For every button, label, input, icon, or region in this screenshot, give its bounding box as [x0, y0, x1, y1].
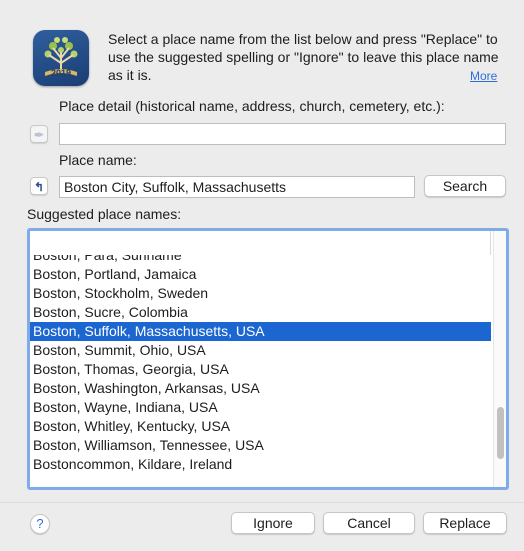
place-name-format-button[interactable]: ↰ — [30, 177, 48, 195]
list-filter-row — [30, 231, 491, 255]
scrollbar-thumb[interactable] — [497, 407, 504, 459]
list-item[interactable]: Boston, Stockholm, Sweden — [30, 284, 491, 303]
list-item[interactable]: Boston, Whitley, Kentucky, USA — [30, 417, 491, 436]
place-name-label: Place name: — [59, 152, 137, 168]
list-item[interactable]: Boston, Suffolk, Massachusetts, USA — [30, 322, 491, 341]
replace-button[interactable]: Replace — [423, 512, 507, 534]
more-link[interactable]: More — [470, 69, 497, 83]
help-button[interactable]: ? — [30, 514, 50, 534]
list-item[interactable]: Boston, Para, Suriname — [30, 255, 491, 265]
list-item[interactable]: Boston, Sucre, Colombia — [30, 303, 491, 322]
app-logo-year: 2019 — [50, 68, 72, 78]
suggestions-list[interactable]: Boston, Para, Suriname Boston, Portland, … — [27, 228, 509, 490]
list-viewport: Boston, Para, Suriname Boston, Portland, … — [30, 255, 491, 487]
list-item[interactable]: Boston, Washington, Arkansas, USA — [30, 379, 491, 398]
list-item[interactable]: Boston, Thomas, Georgia, USA — [30, 360, 491, 379]
list-item[interactable]: Boston, Wayne, Indiana, USA — [30, 398, 491, 417]
app-logo-icon: 2019 — [33, 30, 89, 86]
place-detail-input[interactable] — [59, 123, 506, 145]
wand-icon: ✒ — [33, 128, 45, 142]
search-button[interactable]: Search — [424, 175, 506, 197]
cancel-button[interactable]: Cancel — [323, 512, 415, 534]
place-detail-label: Place detail (historical name, address, … — [59, 98, 445, 114]
list-scrollbar[interactable] — [493, 231, 506, 487]
place-name-input[interactable]: Boston City, Suffolk, Massachusetts — [59, 176, 415, 198]
list-item[interactable]: Boston, Williamson, Tennessee, USA — [30, 436, 491, 455]
list-rows: Boston, Para, Suriname Boston, Portland, … — [30, 255, 491, 474]
list-item[interactable]: Boston, Portland, Jamaica — [30, 265, 491, 284]
return-arrow-icon: ↰ — [33, 180, 45, 194]
suggestions-label: Suggested place names: — [27, 206, 182, 222]
instructions-text: Select a place name from the list below … — [108, 31, 499, 83]
list-item[interactable]: Boston, Summit, Ohio, USA — [30, 341, 491, 360]
list-item[interactable]: Bostoncommon, Kildare, Ireland — [30, 455, 491, 474]
ignore-button[interactable]: Ignore — [231, 512, 315, 534]
footer-divider — [0, 502, 524, 503]
place-detail-format-button[interactable]: ✒ — [30, 125, 48, 143]
